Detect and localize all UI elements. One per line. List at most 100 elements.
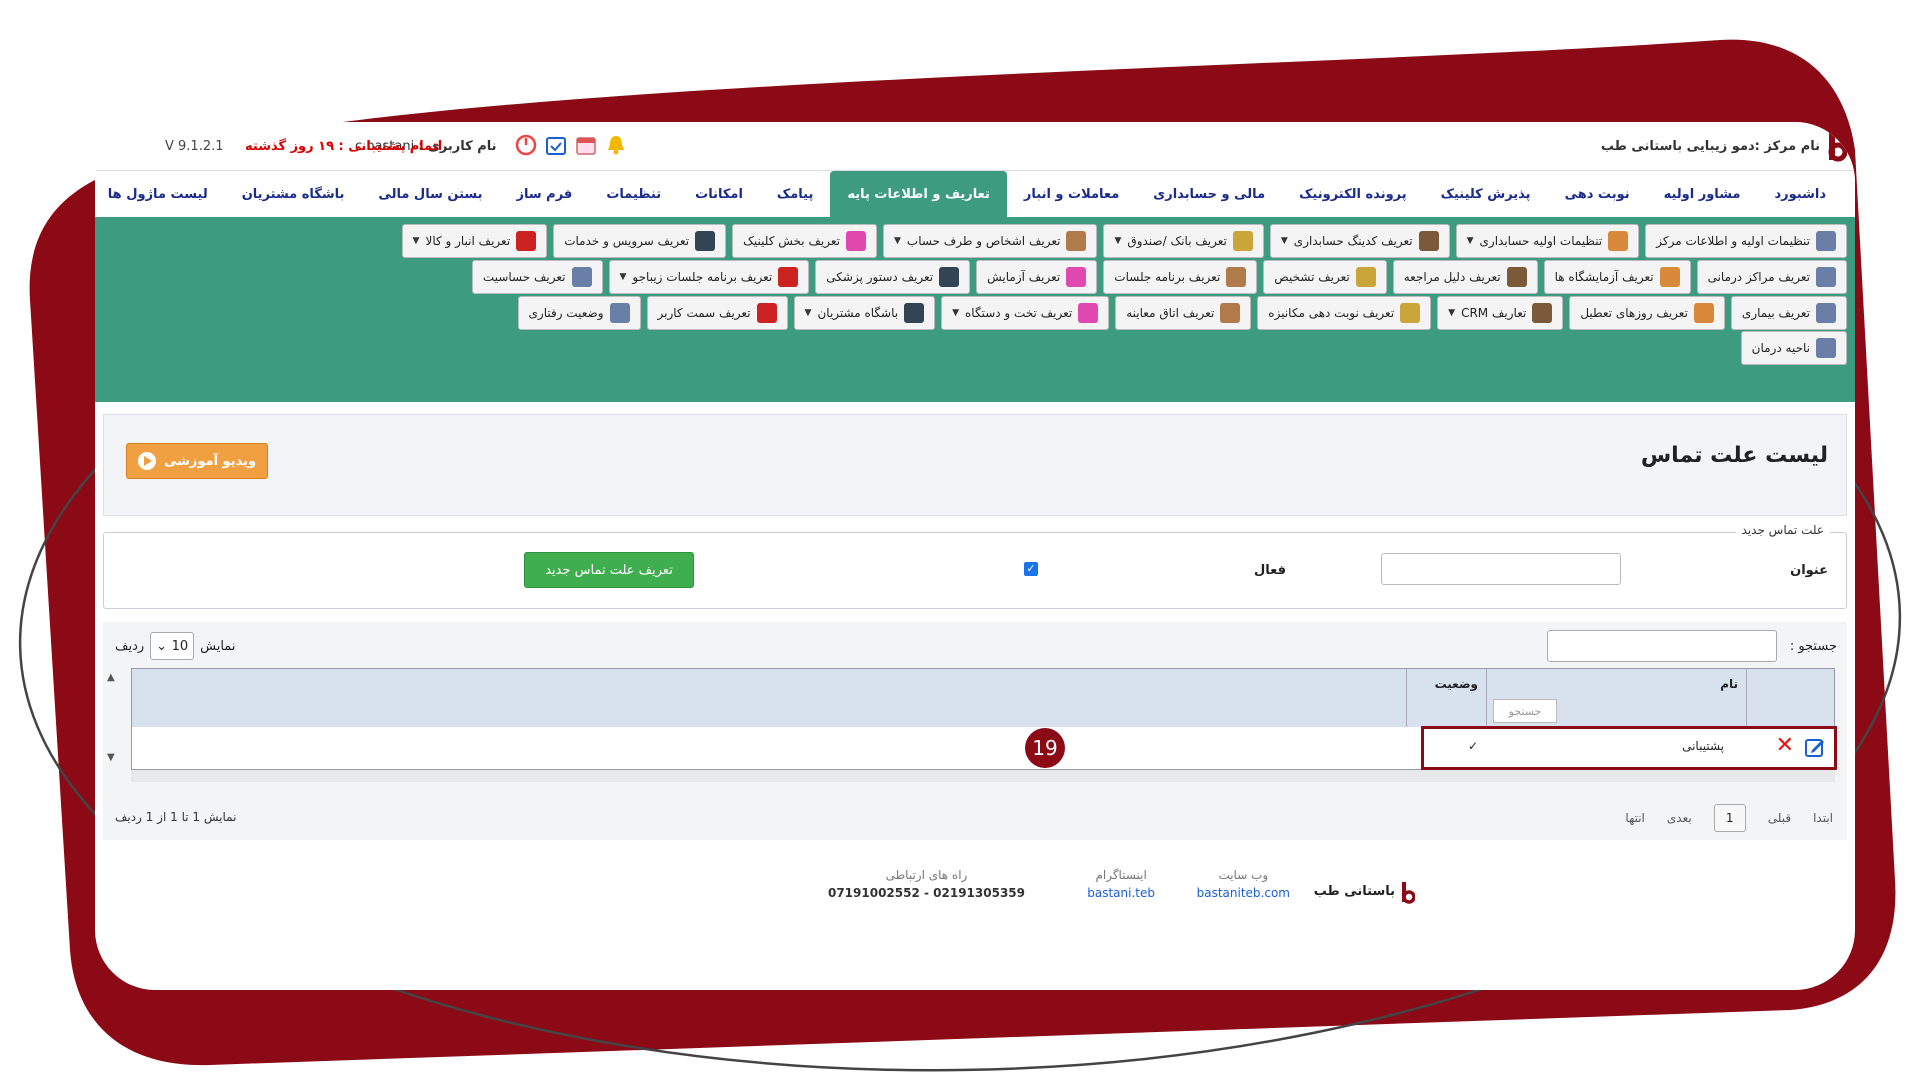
top-bar: نام مرکز :دمو زیبایی باستانی طب نام کارب…: [95, 122, 1855, 171]
scroll-down-arrow-icon[interactable]: ▼: [107, 752, 115, 763]
pager-current[interactable]: 1: [1713, 804, 1746, 832]
menu-settings[interactable]: تنظیمات: [589, 171, 678, 217]
submenu-item-icon: [1659, 267, 1680, 287]
submenu-item-icon: [1532, 303, 1553, 323]
menu-e-record[interactable]: پرونده الکترونیک: [1282, 171, 1424, 217]
menu-customer-club[interactable]: باشگاه مشتریان: [225, 171, 362, 217]
submenu-item[interactable]: تعاریف CRM ▼: [1437, 296, 1564, 330]
app-screen: نام مرکز :دمو زیبایی باستانی طب نام کارب…: [95, 122, 1855, 990]
caret-down-icon: ▼: [804, 308, 812, 318]
menu-appointments[interactable]: نوبت دهی: [1548, 171, 1647, 217]
submenu-item-label: تعریف اشخاص و طرف حساب: [906, 234, 1061, 248]
submenu-item-label: تعریف دلیل مراجعه: [1403, 270, 1501, 284]
submenu-row: تعریف بیماری تعریف روزهای تعطیل تعاریف CRM…: [125, 295, 1847, 331]
add-contact-reason-button[interactable]: تعریف علت تماس جدید: [524, 552, 694, 588]
submenu-item[interactable]: تعریف کدینگ حسابداری ▼: [1269, 224, 1450, 258]
submenu-item-icon: [1816, 338, 1836, 358]
submenu-item[interactable]: تعریف بانک /صندوق ▼: [1103, 224, 1264, 258]
submenu-item-icon: [571, 267, 592, 287]
pager-prev[interactable]: قبلی: [1768, 811, 1791, 825]
submenu-item[interactable]: تعریف تخت و دستگاه ▼: [941, 296, 1110, 330]
submenu-item-icon: [1608, 231, 1629, 251]
submenu-item[interactable]: تعریف برنامه جلسات: [1103, 260, 1258, 294]
submenu-item[interactable]: تعریف بیماری: [1730, 296, 1847, 330]
chevron-down-icon: ⌄: [156, 638, 168, 654]
bell-icon[interactable]: [605, 134, 627, 156]
title-input[interactable]: [1381, 553, 1621, 585]
submenu-item[interactable]: تعریف انبار و کالا ▼: [401, 224, 548, 258]
submenu-item[interactable]: تعریف سمت کاربر: [646, 296, 788, 330]
submenu-item[interactable]: تعریف دستور پزشکی: [815, 260, 971, 294]
menu-inventory[interactable]: معاملات و انبار: [1007, 171, 1136, 217]
submenu-item[interactable]: تعریف آزمایشگاه ها: [1543, 260, 1691, 294]
menu-base-definitions[interactable]: تعاریف و اطلاعات پایه: [830, 171, 1007, 217]
submenu-item[interactable]: تعریف دلیل مراجعه: [1392, 260, 1538, 294]
submenu-item[interactable]: وضعیت رفتاری: [517, 296, 641, 330]
menu-initial-consult[interactable]: مشاور اولیه: [1647, 171, 1758, 217]
submenu-item-icon: [695, 231, 716, 251]
submenu-item[interactable]: تعریف اشخاص و طرف حساب ▼: [882, 224, 1098, 258]
horizontal-scrollbar[interactable]: [131, 770, 1835, 782]
menu-dashboard[interactable]: داشبورد: [1757, 171, 1843, 217]
submenu-item[interactable]: تعریف آزمایش: [976, 260, 1098, 294]
active-checkbox[interactable]: ✓: [1024, 562, 1038, 576]
name-column-search[interactable]: جستجو: [1493, 699, 1557, 723]
submenu-item-label: تعریف اتاق معاینه: [1126, 306, 1215, 320]
submenu-item-icon: [1400, 303, 1421, 323]
submenu-item[interactable]: تعریف روزهای تعطیل: [1569, 296, 1725, 330]
row-highlight-frame: [1421, 726, 1837, 770]
submenu-item-label: تعریف نوبت دهی مکانیزه: [1268, 306, 1395, 320]
menu-module-list[interactable]: لیست ماژول ها: [95, 171, 225, 217]
submenu-item[interactable]: تعریف سرویس و خدمات: [553, 224, 727, 258]
submenu-item[interactable]: تعریف اتاق معاینه: [1115, 296, 1252, 330]
menu-close-fiscal-year[interactable]: بستن سال مالی: [361, 171, 499, 217]
table-header: نام جستجو وضعیت: [132, 669, 1834, 727]
submenu-item-label: تعریف تخت و دستگاه: [965, 306, 1073, 320]
version-label: V 9.1.2.1: [165, 139, 224, 154]
menu-finance[interactable]: مالی و حسابداری: [1136, 171, 1282, 217]
footer-website: وب سایت bastaniteb.com: [1197, 868, 1290, 900]
submenu-item-label: تعریف برنامه جلسات: [1114, 270, 1221, 284]
website-label: وب سایت: [1218, 868, 1269, 882]
submenu-item[interactable]: تعریف تشخیص: [1263, 260, 1387, 294]
active-label: فعال: [1253, 563, 1286, 578]
submenu-item[interactable]: تنظیمات اولیه و اطلاعات مرکز: [1645, 224, 1847, 258]
tutorial-video-button[interactable]: ویدیو آموزشی: [126, 443, 268, 479]
website-link[interactable]: bastaniteb.com: [1197, 886, 1290, 900]
menu-sms[interactable]: پیامک: [760, 171, 830, 217]
submenu-item[interactable]: باشگاه مشتریان ▼: [793, 296, 936, 330]
submenu-item-icon: [756, 303, 777, 323]
submenu-item[interactable]: تعریف مراکز درمانی: [1696, 260, 1847, 294]
logout-icon[interactable]: [515, 134, 537, 156]
submenu-item-icon: [1066, 231, 1087, 251]
calendar-check-icon[interactable]: [545, 134, 567, 156]
scroll-up-arrow-icon[interactable]: ▲: [107, 672, 115, 683]
search-input[interactable]: [1547, 630, 1777, 662]
tutorial-video-label: ویدیو آموزشی: [163, 453, 257, 469]
submenu-item[interactable]: تعریف بخش کلینیک: [732, 224, 877, 258]
submenu-item[interactable]: ناحیه درمان: [1740, 331, 1847, 365]
submenu-item-icon: [845, 231, 866, 251]
name-header-label: نام: [1720, 677, 1738, 691]
submenu-item-label: ناحیه درمان: [1751, 341, 1810, 355]
menu-form-builder[interactable]: فرم ساز: [500, 171, 590, 217]
submenu-item[interactable]: تعریف حساسیت: [471, 260, 603, 294]
pager-first[interactable]: ابتدا: [1813, 811, 1833, 825]
menu-features[interactable]: امکانات: [678, 171, 760, 217]
submenu-item-label: تعریف حساسیت: [482, 270, 566, 284]
submenu-item[interactable]: تنظیمات اولیه حسابداری ▼: [1455, 224, 1640, 258]
page-size-value: 10: [171, 638, 189, 654]
calendar-icon[interactable]: [575, 134, 597, 156]
show-suffix: ردیف: [115, 638, 145, 654]
submenu-item-label: تعریف تشخیص: [1274, 270, 1350, 284]
submenu-item[interactable]: تعریف برنامه جلسات زیباجو ▼: [608, 260, 810, 294]
pager-last[interactable]: انتها: [1625, 811, 1644, 825]
submenu-item[interactable]: تعریف نوبت دهی مکانیزه: [1257, 296, 1432, 330]
pager-next[interactable]: بعدی: [1667, 811, 1692, 825]
submenu-item-icon: [778, 267, 799, 287]
contact-label: راه های ارتباطی: [885, 868, 968, 882]
instagram-link[interactable]: bastani.teb: [1087, 886, 1155, 900]
menu-reception[interactable]: پذیرش کلینیک: [1424, 171, 1548, 217]
brand-logo-icon: [1828, 132, 1847, 162]
page-size-select[interactable]: ⌄ 10: [150, 632, 195, 660]
